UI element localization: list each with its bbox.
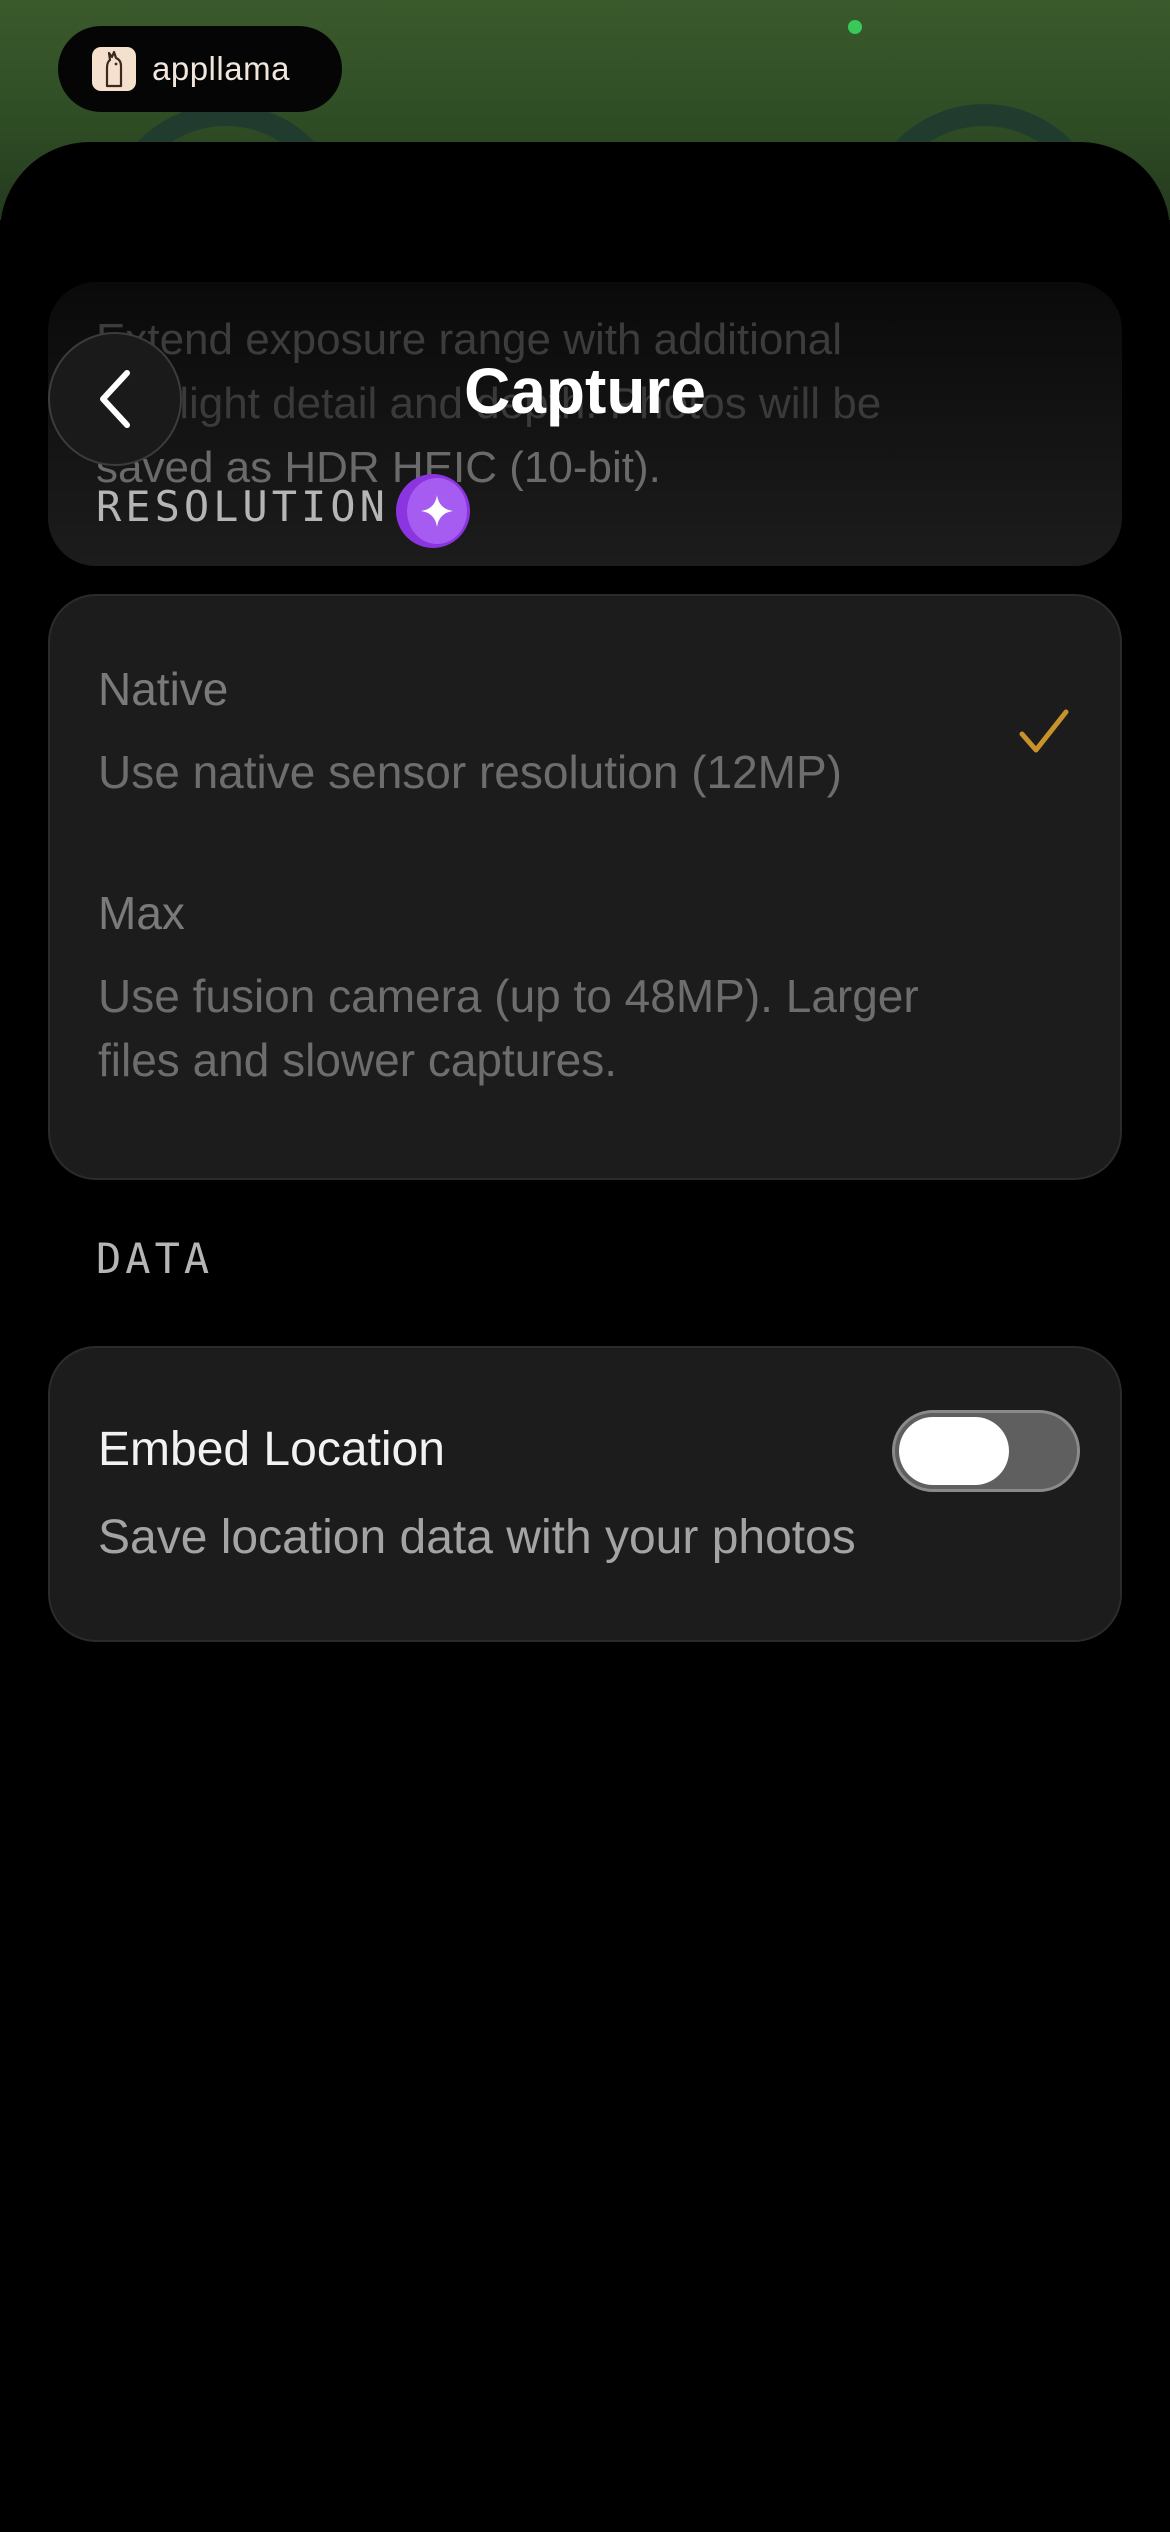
embed-location-toggle[interactable]	[892, 1410, 1080, 1492]
checkmark-icon	[1019, 709, 1069, 753]
option-native[interactable]: Native Use native sensor resolution (12M…	[50, 596, 1120, 820]
option-max-desc-line-1: Use fusion camera (up to 48MP). Larger	[98, 970, 919, 1022]
section-label-resolution: RESOLUTION	[96, 482, 389, 531]
settings-sheet: Extend exposure range with additional hi…	[0, 142, 1170, 2532]
embed-location-desc: Save location data with your photos	[98, 1511, 856, 1564]
llama-icon	[92, 47, 136, 91]
option-max-title: Max	[98, 887, 185, 939]
page-title: Capture	[464, 355, 706, 427]
status-indicator-dot	[848, 20, 862, 34]
pro-badge[interactable]	[396, 474, 470, 548]
option-native-title: Native	[98, 663, 229, 715]
embed-location-card: Embed Location Save location data with y…	[48, 1346, 1122, 1642]
resolution-card: Native Use native sensor resolution (12M…	[48, 594, 1122, 1180]
brand-badge: appllama	[58, 26, 342, 112]
option-native-desc: Use native sensor resolution (12MP)	[98, 746, 842, 798]
chevron-left-icon	[100, 370, 130, 428]
brand-name: appllama	[152, 50, 290, 87]
section-label-data: DATA	[96, 1234, 214, 1283]
option-max-desc: Use fusion camera (up to 48MP). Larger f…	[98, 964, 1018, 1092]
sparkle-icon	[407, 478, 467, 544]
option-max[interactable]: Max Use fusion camera (up to 48MP). Larg…	[50, 820, 1120, 1180]
back-button[interactable]	[48, 332, 182, 466]
toggle-knob	[899, 1417, 1009, 1485]
embed-location-title: Embed Location	[98, 1423, 445, 1476]
option-max-desc-line-2: files and slower captures.	[98, 1034, 618, 1086]
